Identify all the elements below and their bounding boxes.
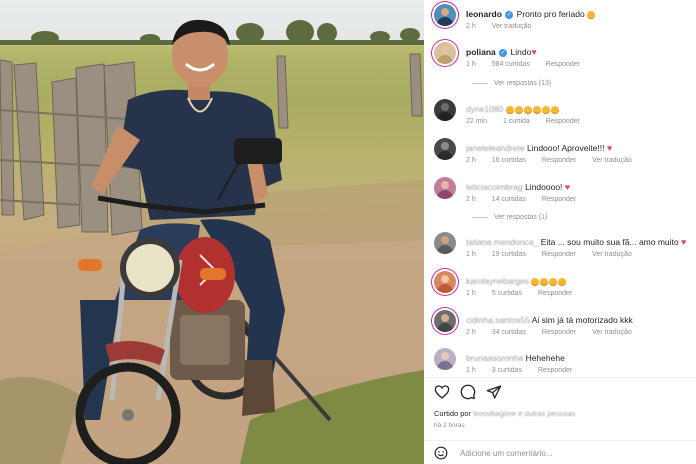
verified-icon: ✓ <box>505 10 514 19</box>
red-heart-emoji-icon: ♥ <box>606 143 613 153</box>
comment-username[interactable]: leonardo <box>466 9 502 19</box>
likes-count[interactable]: 14 curtidas <box>492 196 526 203</box>
emoji-icon <box>505 105 514 114</box>
comment-time: 2 h <box>466 23 476 30</box>
comment-time: 2 h <box>466 329 476 336</box>
likes-count[interactable]: 5 curtidas <box>492 290 522 297</box>
avatar[interactable] <box>434 99 456 121</box>
comment-text: Eita ... sou muito sua fã... amo muito <box>540 237 679 247</box>
comment-time: 2 h <box>466 196 476 203</box>
verified-icon: ✓ <box>499 48 508 57</box>
view-replies-button[interactable]: Ver respostas (13) <box>472 80 551 87</box>
view-replies-button[interactable]: Ver respostas (1) <box>472 214 547 221</box>
emoji-icon <box>523 105 532 114</box>
avatar[interactable] <box>434 348 456 370</box>
sunglasses-emoji-icon <box>587 10 596 19</box>
emoji-icon <box>541 105 550 114</box>
avatar[interactable] <box>434 232 456 254</box>
reply-button[interactable]: Responder <box>546 61 580 68</box>
comment-time: 1 h <box>466 290 476 297</box>
comment-text: Hehehehe <box>525 353 565 363</box>
reply-button[interactable]: Responder <box>538 290 572 297</box>
reply-button[interactable]: Responder <box>542 157 576 164</box>
comment-username[interactable]: karolaynebarges <box>466 276 529 286</box>
post-actions <box>434 384 534 402</box>
comment-time: 1 h <box>466 251 476 258</box>
comment-text: Lindo <box>510 47 532 57</box>
red-heart-emoji-icon: ♥ <box>564 182 571 192</box>
comment-username[interactable]: brunaasoronha <box>466 353 523 363</box>
comment-time: 22 min <box>466 118 488 125</box>
translate-link[interactable]: Ver tradução <box>592 251 632 258</box>
translate-link[interactable]: Ver tradução <box>592 157 632 164</box>
comment-text: Pronto pro feriado <box>516 9 585 19</box>
emoji-icon <box>558 277 567 286</box>
comment-username[interactable]: cidinha.santos55 <box>466 315 530 325</box>
likes-count[interactable]: 3 curtidas <box>492 367 522 374</box>
emoji-icon <box>550 105 559 114</box>
reply-button[interactable]: Responder <box>542 196 576 203</box>
likes-count[interactable]: 19 curtidas <box>492 251 526 258</box>
comment-text: Lindoooo! <box>525 182 563 192</box>
comment-username[interactable]: dyne1080 <box>466 104 503 114</box>
likes-count[interactable]: 584 curtidas <box>492 61 530 68</box>
avatar[interactable] <box>434 271 456 293</box>
comment-text: Ai sim já tá motorizado kkk <box>531 315 633 325</box>
emoji-icon <box>514 105 523 114</box>
add-comment-input[interactable]: Adicione um comentário... <box>460 449 553 458</box>
emoji-icon <box>549 277 558 286</box>
comment-username[interactable]: poliana <box>466 47 496 57</box>
liked-by-users[interactable]: leoovbagone e outras pessoas <box>473 409 575 418</box>
emoji-icon <box>532 105 541 114</box>
avatar[interactable] <box>434 138 456 160</box>
avatar[interactable] <box>434 310 456 332</box>
add-comment-bar: Adicione um comentário... <box>424 440 696 464</box>
comment-username[interactable]: tatiana.mendonca_ <box>466 237 538 247</box>
reply-button[interactable]: Responder <box>538 367 572 374</box>
share-icon[interactable] <box>486 384 502 400</box>
reply-button[interactable]: Responder <box>546 118 580 125</box>
likes-count[interactable]: 34 curtidas <box>492 329 526 336</box>
comment-username[interactable]: janeteleandrete <box>466 143 525 153</box>
post-time[interactable]: há 2 horas <box>434 422 465 429</box>
comment-time: 1 h <box>466 61 476 68</box>
photo-scene <box>0 19 424 464</box>
comment-text: Lindooo! Aproveite!!! <box>526 143 605 153</box>
comments-panel: leonardo ✓ Pronto pro feriado 2 h Ver tr… <box>424 0 696 464</box>
comment-time: 1 h <box>466 367 476 374</box>
red-heart-emoji-icon: ♥ <box>531 47 537 57</box>
comment-username[interactable]: leticiacoimbrag <box>466 182 523 192</box>
smile-icon[interactable] <box>434 446 448 460</box>
reply-button[interactable]: Responder <box>542 329 576 336</box>
comment-time: 2 h <box>466 157 476 164</box>
comment-icon[interactable] <box>460 384 476 400</box>
avatar[interactable] <box>434 4 456 26</box>
emoji-icon <box>540 277 549 286</box>
likes-count[interactable]: 16 curtidas <box>492 157 526 164</box>
likes-count[interactable]: 1 curtida <box>503 118 530 125</box>
avatar[interactable] <box>434 42 456 64</box>
translate-link[interactable]: Ver tradução <box>592 329 632 336</box>
heart-icon[interactable] <box>434 384 450 400</box>
liked-by-prefix: Curtido por <box>434 409 472 418</box>
liked-by[interactable]: Curtido por leoovbagone e outras pessoas <box>434 409 575 418</box>
reply-button[interactable]: Responder <box>542 251 576 258</box>
avatar[interactable] <box>434 177 456 199</box>
emoji-icon <box>531 277 540 286</box>
post-photo <box>0 0 424 464</box>
divider <box>424 377 696 378</box>
red-heart-emoji-icon: ♥ <box>681 237 687 247</box>
translate-link[interactable]: Ver tradução <box>492 23 532 30</box>
